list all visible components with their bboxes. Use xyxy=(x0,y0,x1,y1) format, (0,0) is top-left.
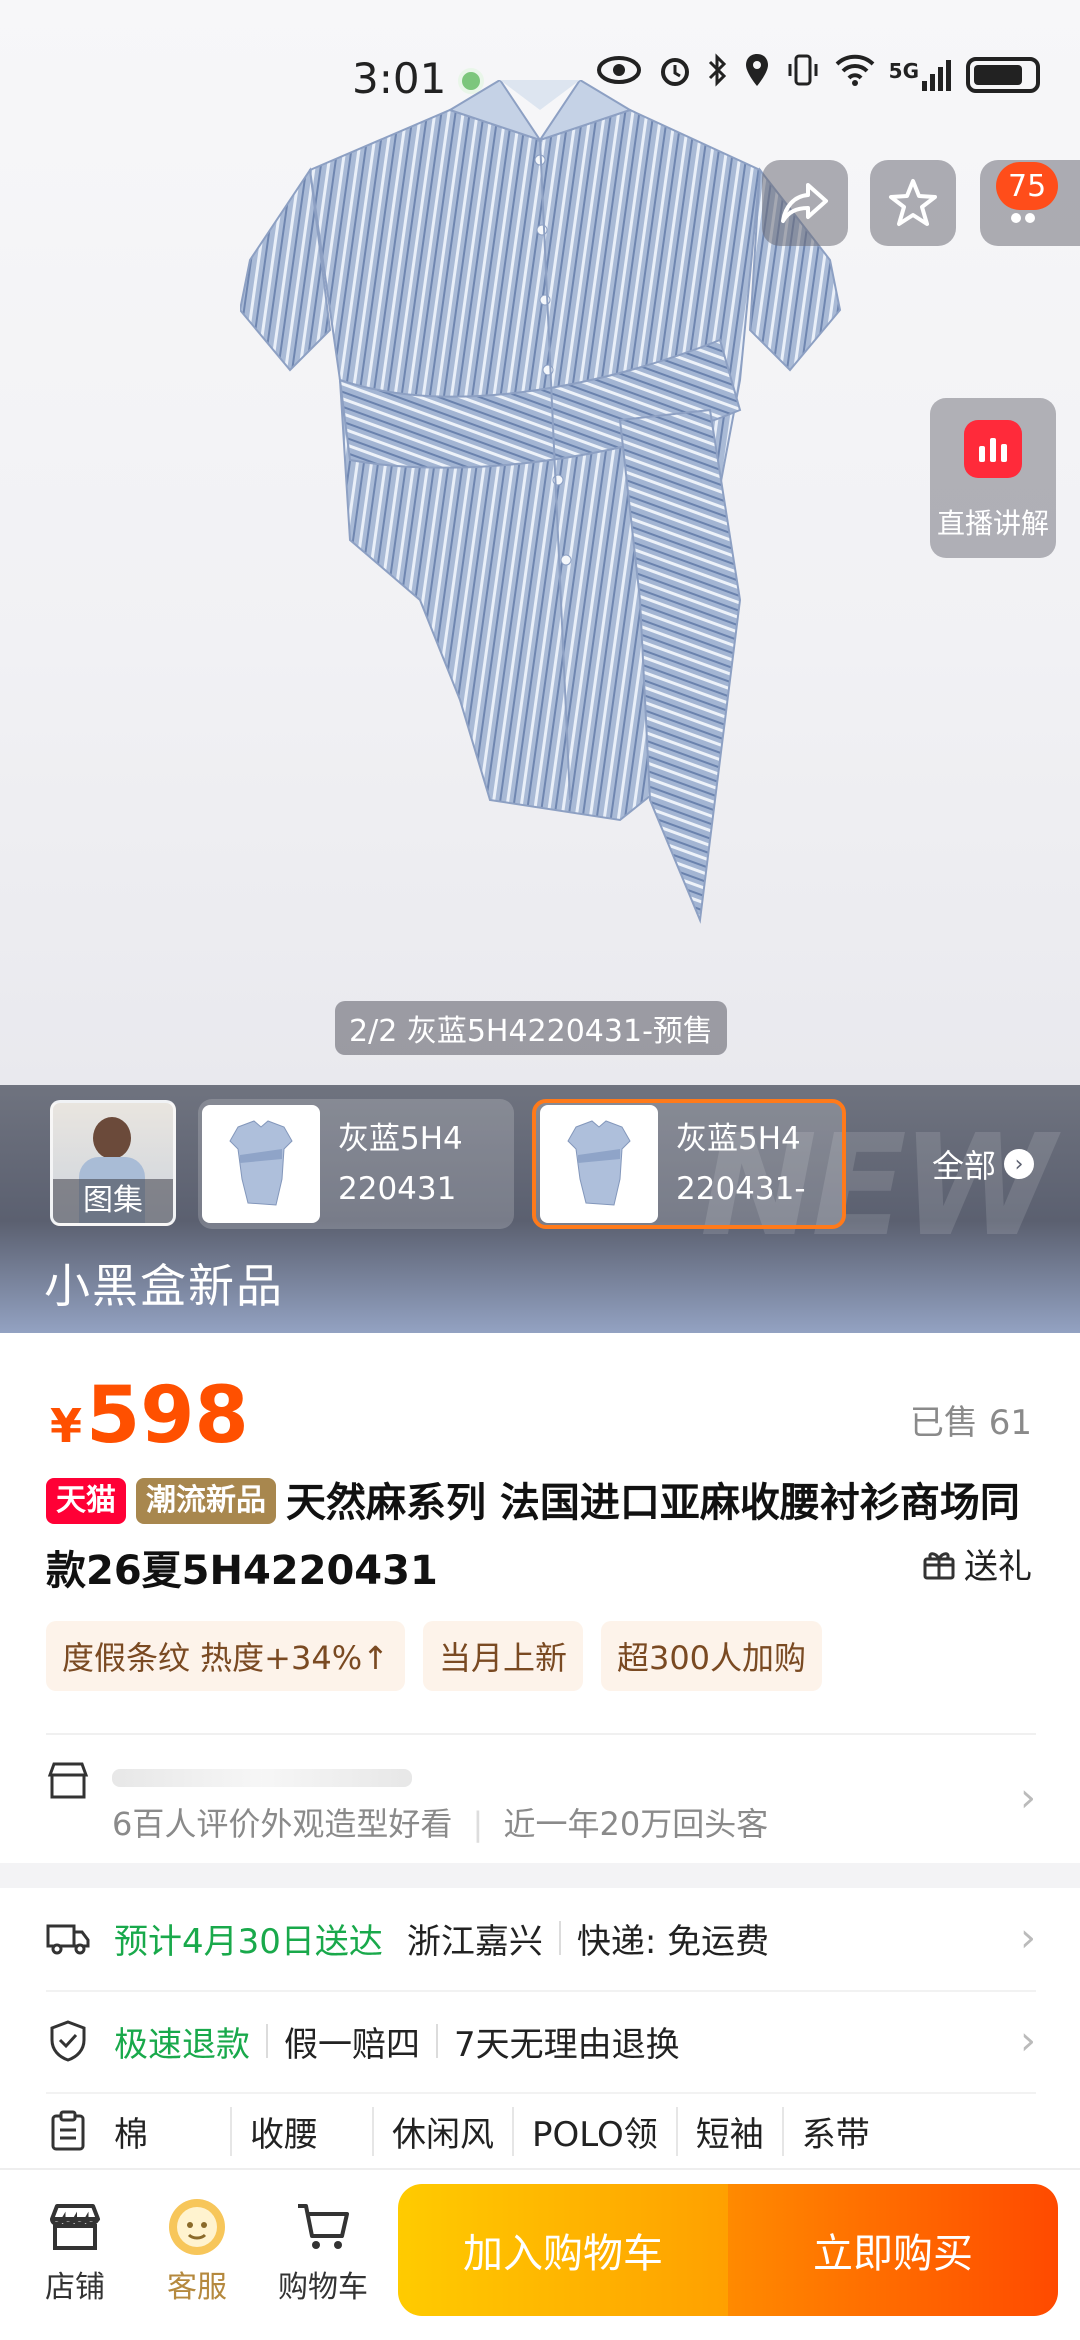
model-head xyxy=(93,1117,131,1159)
currency-symbol: ¥ xyxy=(50,1399,83,1453)
live-explain-button[interactable]: 直播讲解 xyxy=(930,398,1056,558)
variant-option-selected[interactable]: 灰蓝5H4 220431- xyxy=(532,1099,846,1229)
chip-new-this-month[interactable]: 当月上新 xyxy=(422,1621,583,1691)
guarantee-fake: 假一赔四 xyxy=(284,2024,420,2065)
chevron-right-icon: › xyxy=(1020,1915,1036,1961)
live-icon xyxy=(964,420,1022,478)
sold-count: 已售 61 xyxy=(909,1403,1032,1443)
divider xyxy=(558,1921,561,1955)
product-title[interactable]: 天猫 潮流新品 天然麻系列 法国进口亚麻收腰衬衫商场同款26夏5H4220431 xyxy=(46,1469,1046,1605)
clipboard-icon xyxy=(46,2109,90,2153)
share-icon xyxy=(781,183,828,223)
all-label: 全部 xyxy=(932,1147,997,1185)
truck-icon xyxy=(46,1916,90,1960)
variant-option[interactable]: 灰蓝5H4 220431 xyxy=(198,1099,514,1229)
attribute-collar: POLO领 xyxy=(514,2106,678,2156)
cart-icon xyxy=(268,2192,378,2262)
attributes-row[interactable]: 棉 收腰 休闲风 POLO领 短袖 系带 xyxy=(46,2092,1036,2168)
service-info: 预计4月30日送达 浙江嘉兴 快递: 免运费 › 极速退款 假一赔四 7天无理由… xyxy=(0,1888,1080,2168)
shop-label: 店铺 xyxy=(45,2270,105,2305)
signal-icon: 5G xyxy=(889,59,952,91)
cart-tab[interactable]: 购物车 xyxy=(268,2192,378,2306)
divider xyxy=(436,2024,438,2058)
network-type: 5G xyxy=(888,58,919,83)
chip-cart-count[interactable]: 超300人加购 xyxy=(600,1621,823,1691)
image-indicator: 2/2 灰蓝5H4220431-预售 xyxy=(335,1001,727,1055)
product-info: ¥ 598 已售 61 天猫 潮流新品 天然麻系列 法国进口亚麻收腰衬衫商场同款26… xyxy=(0,1333,1080,1863)
gift-icon xyxy=(923,1551,955,1579)
fast-refund: 极速退款 xyxy=(114,2024,250,2065)
gallery-thumbnail[interactable]: 图集 xyxy=(50,1100,176,1226)
tmall-badge: 天猫 xyxy=(46,1478,126,1524)
store-icon xyxy=(46,1761,90,1805)
highlight-chips: 度假条纹 热度+34%↑ 当月上新 超300人加购 xyxy=(46,1621,823,1691)
variant-thumbnail xyxy=(202,1105,320,1223)
variant-strip: NEW 图集 灰蓝5H4 220431 灰蓝5H4 220431- 全部 › 小… xyxy=(0,1085,1080,1333)
more-dots-icon xyxy=(1011,213,1035,223)
customer-service-icon xyxy=(142,2192,252,2262)
shipping-fee: 快递: 免运费 xyxy=(576,1921,770,1962)
attribute-detail: 系带 xyxy=(801,2114,870,2155)
gift-button[interactable]: 送礼 xyxy=(922,1539,1032,1588)
add-to-cart-button[interactable]: 加入购物车 xyxy=(398,2184,728,2316)
attribute-fit: 收腰 xyxy=(232,2106,374,2156)
notification-badge: 75 xyxy=(996,162,1059,210)
buy-now-button[interactable]: 立即购买 xyxy=(728,2184,1058,2316)
returning-customers: 近一年20万回头客 xyxy=(503,1805,769,1843)
bottom-action-bar: 店铺 客服 购物车 加入购物车 立即购买 xyxy=(0,2168,1080,2340)
gallery-label: 图集 xyxy=(53,1179,173,1223)
share-button[interactable] xyxy=(762,160,848,246)
price-value: 598 xyxy=(86,1371,249,1461)
ship-from: 浙江嘉兴 xyxy=(406,1921,543,1962)
chevron-right-icon: › xyxy=(1020,1775,1036,1821)
guarantee-row[interactable]: 极速退款 假一赔四 7天无理由退换 › xyxy=(46,1990,1036,2090)
chevron-right-icon: › xyxy=(1004,1149,1035,1179)
trend-new-badge: 潮流新品 xyxy=(136,1478,276,1524)
delivery-row[interactable]: 预计4月30日送达 浙江嘉兴 快递: 免运费 › xyxy=(46,1888,1036,1988)
attribute-style: 休闲风 xyxy=(374,2106,514,2156)
star-icon xyxy=(889,179,937,226)
guarantee-return: 7天无理由退换 xyxy=(454,2024,680,2065)
live-label: 直播讲解 xyxy=(936,507,1049,540)
shield-icon xyxy=(46,2019,90,2063)
variant-label: 灰蓝5H4 220431- xyxy=(676,1121,806,1207)
service-label: 客服 xyxy=(167,2270,227,2305)
shop-tab[interactable]: 店铺 xyxy=(20,2192,130,2306)
chevron-right-icon: › xyxy=(1020,2018,1036,2064)
store-icon xyxy=(20,2192,130,2262)
variant-label: 灰蓝5H4 220431 xyxy=(338,1121,463,1207)
strip-title: 小黑盒新品 xyxy=(44,1259,284,1313)
favorite-button[interactable] xyxy=(870,160,956,246)
customer-service-tab[interactable]: 客服 xyxy=(142,2192,252,2306)
battery-icon xyxy=(966,56,1040,93)
price: ¥ 598 xyxy=(50,1371,249,1461)
cart-label: 购物车 xyxy=(278,2270,368,2305)
shop-reputation: 6百人评价外观造型好看 | 近一年20万回头客 xyxy=(112,1805,769,1843)
variant-thumbnail xyxy=(540,1105,658,1223)
product-image-gallery[interactable]: 3:01 5G 75 直播讲解 2/2 灰蓝5H4220431-预售 xyxy=(0,0,1080,1085)
chip-trend[interactable]: 度假条纹 热度+34%↑ xyxy=(46,1621,405,1691)
shop-name-redacted xyxy=(112,1769,412,1787)
all-variants-link[interactable]: 全部 › xyxy=(932,1141,1035,1187)
gift-label: 送礼 xyxy=(964,1547,1032,1587)
shop-reputation-row[interactable]: 6百人评价外观造型好看 | 近一年20万回头客 › xyxy=(46,1733,1036,1853)
attribute-sleeve: 短袖 xyxy=(678,2106,784,2156)
divider xyxy=(266,2024,268,2058)
delivery-estimate: 预计4月30日送达 xyxy=(114,1921,383,1962)
review-summary: 6百人评价外观造型好看 xyxy=(112,1805,453,1843)
attribute-material: 棉 xyxy=(114,2106,232,2156)
